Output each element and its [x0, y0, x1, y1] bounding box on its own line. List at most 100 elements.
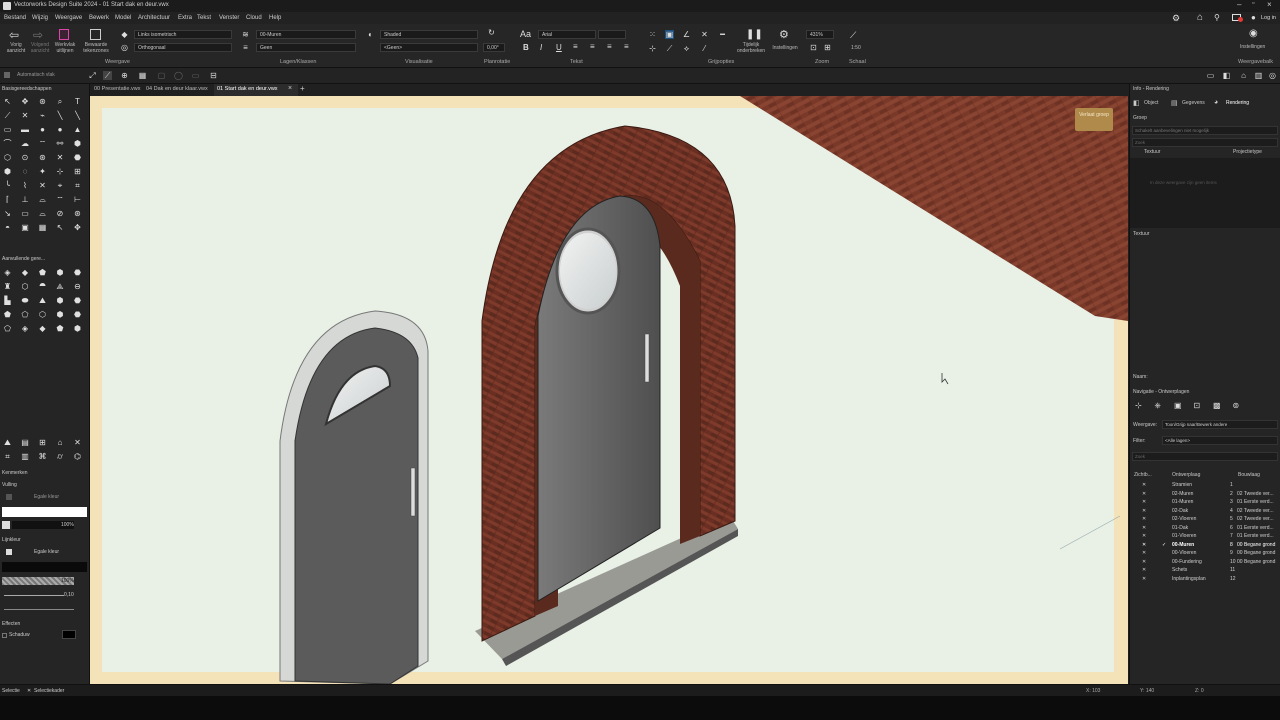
line-weight-value[interactable]: 0,10 — [64, 592, 74, 598]
extra-tool-icon[interactable]: ◈ — [21, 324, 30, 333]
menu-bewerk[interactable]: Bewerk — [89, 15, 109, 21]
menu-cloud[interactable]: Cloud — [246, 15, 262, 21]
basic-tool-icon[interactable]: T — [73, 97, 82, 106]
extra-tool-icon[interactable]: ♜ — [3, 282, 12, 291]
nav-toolbar-icon[interactable]: ⊹ — [1135, 401, 1142, 410]
visibility-icon[interactable]: ✕ — [1142, 491, 1146, 497]
bold-icon[interactable]: B — [523, 43, 529, 52]
view-settings-label[interactable]: Instellingen — [1240, 44, 1265, 50]
scale-ruler-icon[interactable]: ⟋ — [850, 30, 856, 41]
basic-tool-icon[interactable]: ⌗ — [73, 181, 82, 190]
layer-name[interactable]: 00-Fundering — [1172, 559, 1202, 565]
mode-icon-5[interactable]: ▢ — [157, 71, 166, 80]
prev-view-label[interactable]: Vorig aanzicht — [4, 42, 28, 54]
toolset-tool-icon[interactable]: ⌭ — [56, 452, 65, 461]
layer-name[interactable]: 01-Vloeren — [1172, 533, 1196, 539]
layer-name[interactable]: 02-Vloeren — [1172, 516, 1196, 522]
layer-dropdown[interactable]: 00-Muren — [256, 30, 356, 39]
line-opacity-value[interactable]: 100% — [61, 578, 74, 584]
layer-name[interactable]: 02-Dak — [1172, 508, 1188, 514]
basic-tool-icon[interactable]: ⊥ — [21, 195, 30, 204]
basic-tool-icon[interactable]: ☁ — [21, 139, 30, 148]
exit-group-button[interactable]: Verlaat groep — [1075, 108, 1113, 131]
fill-opacity-value[interactable]: 100% — [61, 522, 74, 528]
basic-tool-icon[interactable]: ✥ — [73, 223, 82, 232]
zoom-field[interactable]: 431% — [806, 30, 834, 39]
exit-group-icon[interactable] — [59, 29, 69, 40]
nav-toolbar-icon[interactable]: ▩ — [1213, 401, 1221, 410]
nav-search[interactable]: Zoek — [1132, 452, 1278, 461]
extra-tool-icon[interactable]: ⬣ — [73, 310, 82, 319]
drawing-canvas[interactable]: Verlaat groep — [90, 96, 1128, 684]
align-center-icon[interactable]: ≡ — [590, 42, 595, 51]
fill-dropdown[interactable]: Egale kleur — [34, 494, 59, 500]
layer-row[interactable]: ✕ Schets 11 — [1130, 566, 1280, 575]
pause-label[interactable]: Tijdelijk onderbreken — [733, 42, 769, 54]
extra-tool-icon[interactable]: ⬟ — [38, 268, 47, 277]
toolset-tool-icon[interactable]: ▥ — [21, 452, 30, 461]
toolset-tool-icon[interactable]: ⌘ — [38, 452, 47, 461]
basic-tool-icon[interactable]: ▲ — [73, 125, 82, 134]
toolset-tool-icon[interactable]: ✕ — [73, 438, 82, 447]
basic-tool-icon[interactable]: ╲ — [73, 111, 82, 120]
tab-data[interactable]: Gegevens — [1182, 100, 1205, 106]
menu-model[interactable]: Model — [115, 15, 131, 21]
visibility-icon[interactable]: ✕ — [1142, 559, 1146, 565]
layer-name[interactable]: Schets — [1172, 567, 1187, 573]
basic-tool-icon[interactable]: ⬢ — [73, 139, 82, 148]
tab-rendering[interactable]: Rendering — [1226, 100, 1249, 106]
extra-tool-icon[interactable]: ▙ — [3, 296, 12, 305]
next-view-label[interactable]: Volgend aanzicht — [28, 42, 52, 54]
extra-tool-icon[interactable]: ⬣ — [73, 268, 82, 277]
extra-tool-icon[interactable]: ⬢ — [56, 296, 65, 305]
basic-tool-icon[interactable]: ⬡ — [3, 153, 12, 162]
basic-tool-icon[interactable]: ✕ — [56, 153, 65, 162]
basic-tool-icon[interactable]: ╰ — [3, 181, 12, 190]
user-icon[interactable]: ● — [1251, 13, 1256, 22]
mode-icon-2[interactable]: ⟋ — [103, 71, 112, 80]
view-icon-5[interactable]: ◎ — [1268, 71, 1277, 80]
class-dropdown[interactable]: Geen — [256, 43, 356, 52]
snap-intersection-icon[interactable]: ✕ — [700, 30, 709, 39]
tab-object[interactable]: Object — [1144, 100, 1158, 106]
toolset-tool-icon[interactable]: ▤ — [21, 438, 30, 447]
saved-views-label[interactable]: Bewaarde tekenzones — [81, 42, 111, 54]
basic-tool-icon[interactable]: ⊘ — [56, 209, 65, 218]
basic-tool-icon[interactable]: ⌓ — [38, 209, 47, 218]
toolset-tool-icon[interactable]: ⛰ — [3, 438, 12, 447]
toolset-tool-icon[interactable]: ⌂ — [56, 438, 65, 447]
shadow-checkbox[interactable] — [2, 633, 7, 638]
basic-tool-icon[interactable]: ⚯ — [56, 139, 65, 148]
layer-name[interactable]: 00-Vloeren — [1172, 550, 1196, 556]
snap-working-plane-icon[interactable]: ⁄ — [700, 44, 709, 53]
projection-dropdown[interactable]: Orthogonaal — [134, 43, 232, 52]
render-sub-dropdown[interactable]: <Geen> — [380, 43, 478, 52]
layer-row[interactable]: ✕ 01-Muren 3 01 Eerste verd... — [1130, 498, 1280, 507]
basic-tool-icon[interactable]: ⊙ — [21, 153, 30, 162]
arrow-right-icon[interactable]: ⇨ — [33, 28, 43, 42]
layer-row[interactable]: ✕ 01-Dak 6 01 Eerste verd... — [1130, 524, 1280, 533]
basic-tool-icon[interactable]: ⊢ — [73, 195, 82, 204]
visibility-icon[interactable]: ✕ — [1142, 567, 1146, 573]
visibility-icon[interactable]: ✕ — [1142, 482, 1146, 488]
extra-tool-icon[interactable]: ◆ — [21, 268, 30, 277]
layer-row[interactable]: ✕ 02-Dak 4 02 Tweede ver... — [1130, 507, 1280, 516]
col-visible[interactable]: Zichtb... — [1134, 472, 1152, 478]
snap-tangent-icon[interactable]: ⟡ — [682, 44, 691, 53]
basic-tool-icon[interactable]: ⌓ — [38, 195, 47, 204]
visibility-icon[interactable]: ✕ — [1142, 533, 1146, 539]
basic-tool-icon[interactable]: ◓ — [3, 223, 12, 232]
visibility-icon[interactable]: ✕ — [1142, 499, 1146, 505]
snap-edge-icon[interactable]: ⟋ — [665, 44, 674, 53]
visibility-icon[interactable]: ✕ — [1142, 525, 1146, 531]
toolset-tool-icon[interactable]: ⊞ — [38, 438, 47, 447]
layer-name[interactable]: 00-Muren — [1172, 542, 1194, 548]
maximize-icon[interactable]: ▫ — [1252, 0, 1254, 7]
line-swatch[interactable] — [6, 549, 12, 555]
toolset-tool-icon[interactable]: ⌬ — [73, 452, 82, 461]
rendering-tab-icon[interactable]: ◕ — [1214, 99, 1218, 106]
justify-icon[interactable]: ≡ — [624, 42, 629, 51]
toolset-tool-icon[interactable]: ⌗ — [3, 452, 12, 461]
layer-row[interactable]: ✕ 00-Fundering 10 00 Begane grond — [1130, 558, 1280, 567]
zoom-selection-icon[interactable]: ⊞ — [823, 43, 832, 52]
